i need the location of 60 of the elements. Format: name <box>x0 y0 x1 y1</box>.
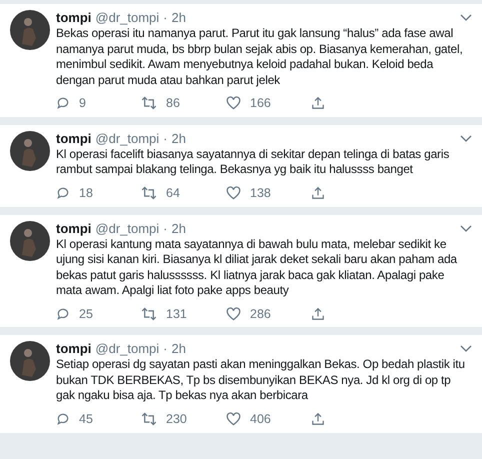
share-icon[interactable] <box>311 306 325 321</box>
tweet-card[interactable] <box>0 4 482 117</box>
share-icon[interactable] <box>311 96 325 110</box>
user-handle[interactable]: @dr_tompi <box>95 341 160 358</box>
dot-separator: · <box>163 10 168 26</box>
reply-icon[interactable] <box>56 412 70 426</box>
action-count: 166 <box>250 95 271 112</box>
tweet-time[interactable]: 2h <box>172 341 186 358</box>
chevron-down-icon[interactable] <box>460 14 472 22</box>
reply-icon[interactable] <box>56 186 70 200</box>
user-handle[interactable]: @dr_tompi <box>95 10 160 26</box>
chevron-down-icon[interactable] <box>460 345 472 354</box>
tweet-time[interactable]: 2h <box>172 130 186 147</box>
share-icon[interactable] <box>311 412 325 426</box>
retweet-icon[interactable] <box>141 186 157 200</box>
action-count: 138 <box>250 184 271 202</box>
tweet-time[interactable]: 2h <box>172 10 186 26</box>
retweet-icon[interactable] <box>141 96 157 110</box>
dot-separator: · <box>163 130 168 147</box>
user-name[interactable]: tompi <box>56 10 92 26</box>
action-count: 131 <box>166 306 187 322</box>
action-count: 230 <box>166 410 187 428</box>
avatar[interactable] <box>10 341 50 382</box>
tweet-card[interactable] <box>0 214 482 328</box>
heart-icon[interactable] <box>226 306 241 321</box>
action-count: 406 <box>250 410 271 428</box>
retweet-icon[interactable] <box>141 412 157 426</box>
tweet-text: Setiap operasi dg sayatan pasti akan meninggalkan Bekas. Op bedah plastik itu bukan TDK BERBEKAS, Tp bs disembunyikan BEKAS nya. Jd kl org di op tp gak ngaku bisa aja. Tp bekas nya akan berbicara <box>56 357 466 404</box>
tweet-text: Kl operasi kantung mata sayatannya di bawah bulu mata, melebar sedikit ke ujung sisi kanan kiri. Biasanya kl diliat jarak deket sekali baru akan paham ada bekas patut garis halussssss. Kl liatnya jarak baca gak kliatan. Apalagi pake mata awam. Apalgi liat foto pake apps beauty <box>56 236 458 298</box>
dot-separator: · <box>163 341 168 358</box>
reply-icon[interactable] <box>56 96 70 110</box>
user-handle[interactable]: @dr_tompi <box>95 220 160 236</box>
action-count: 9 <box>79 95 86 112</box>
share-icon[interactable] <box>311 186 325 200</box>
user-name[interactable]: tompi <box>56 220 92 236</box>
heart-icon[interactable] <box>226 412 241 426</box>
avatar[interactable] <box>10 130 50 171</box>
action-count: 286 <box>250 306 271 322</box>
reply-icon[interactable] <box>56 306 70 321</box>
tweet-text: Bekas operasi itu namanya parut. Parut itu gak lansung “halus” ada fase awal namanya parut muda, bs bbrp bulan sejak abis op. Biasanya kemerahan, gatel, menimbul sedikit. Awam menyebutnya keloid padahal bukan. Keloid beda dengan parut muda atau bahkan parut jelek <box>56 26 464 88</box>
tweet-time[interactable]: 2h <box>172 220 186 236</box>
heart-icon[interactable] <box>226 186 241 200</box>
user-name[interactable]: tompi <box>56 341 92 358</box>
avatar[interactable] <box>10 10 50 50</box>
dot-separator: · <box>163 220 168 236</box>
user-name[interactable]: tompi <box>56 130 92 147</box>
action-count: 86 <box>166 95 180 112</box>
chevron-down-icon[interactable] <box>460 224 472 232</box>
action-count: 25 <box>79 306 93 322</box>
avatar[interactable] <box>10 220 50 260</box>
action-count: 18 <box>79 184 93 202</box>
tweet-card[interactable] <box>0 335 482 432</box>
tweet-card[interactable]: tompi @dr_tompi · 2h Kl operasi facelift biasanya sayatannya di sekitar depan telinga di batas garis rambut sampai blakang telinga. Bekasnya yg baik itu halussss banget 18 64 138 <box>0 124 482 206</box>
heart-icon[interactable] <box>226 96 241 110</box>
action-count: 45 <box>79 410 93 428</box>
chevron-down-icon[interactable] <box>460 134 472 143</box>
tweet-text: Kl operasi facelift biasanya sayatannya di sekitar depan telinga di batas garis rambut sampai blakang telinga. Bekasnya yg baik itu halussss banget <box>56 146 450 178</box>
retweet-icon[interactable] <box>141 306 157 321</box>
user-handle[interactable]: @dr_tompi <box>95 130 160 147</box>
action-count: 64 <box>166 184 180 202</box>
